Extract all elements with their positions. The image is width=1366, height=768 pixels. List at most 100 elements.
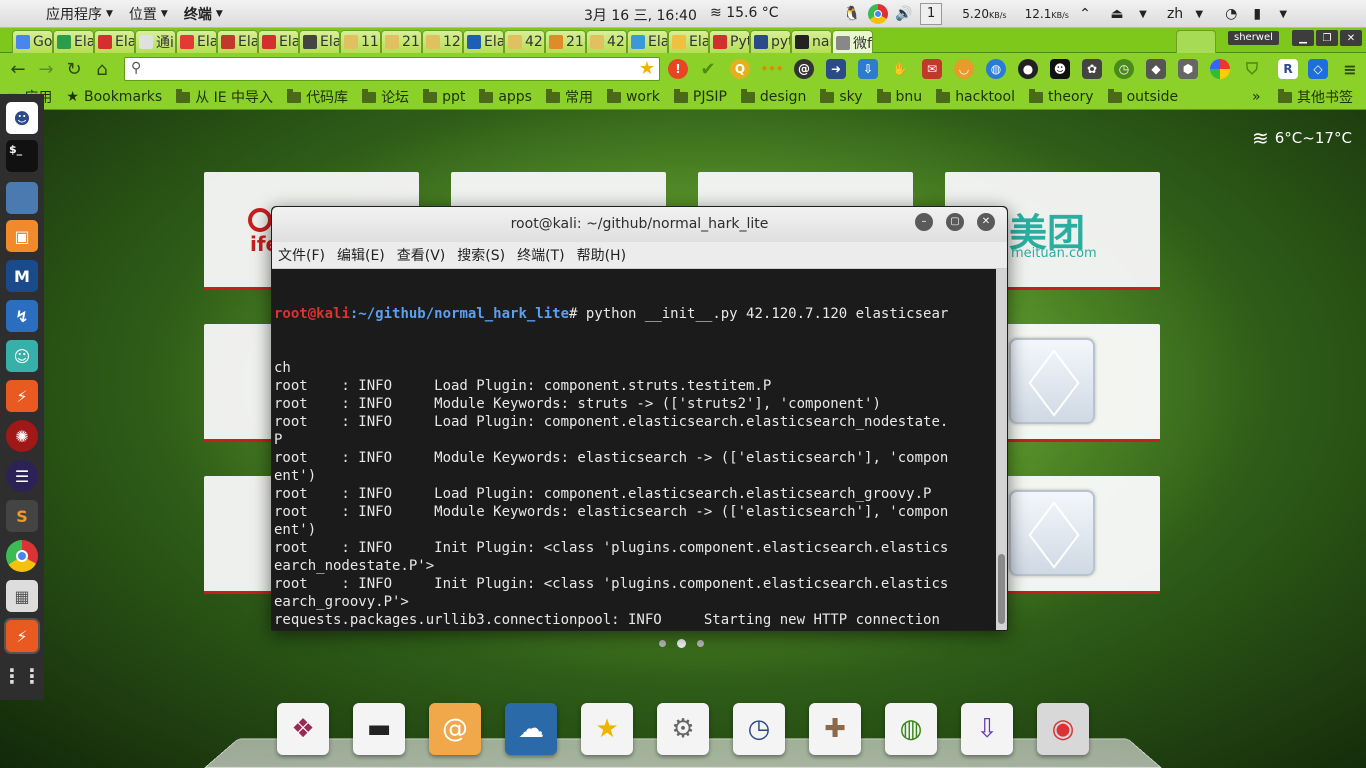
bookmark-folder[interactable]: work — [606, 87, 660, 107]
browser-tab[interactable]: 218 — [545, 30, 586, 53]
eclipse-app-icon[interactable]: ☰ — [6, 460, 38, 492]
chrome-store-icon[interactable]: ◉ — [1037, 703, 1089, 755]
terminal-scrollbar[interactable] — [996, 269, 1007, 630]
menu-edit[interactable]: 编辑(E) — [337, 245, 385, 265]
bookmark-folder[interactable]: bnu — [876, 87, 922, 107]
menu-terminal[interactable]: 终端(T) — [517, 245, 564, 265]
keyhole-extension-icon[interactable]: ● — [1018, 59, 1038, 79]
toolbox-icon[interactable]: ▬ — [353, 703, 405, 755]
clock-icon[interactable]: ◷ — [733, 703, 785, 755]
bookmark-folder[interactable]: theory — [1028, 87, 1094, 107]
browser-tab[interactable]: Go — [12, 30, 53, 53]
terminal-titlebar[interactable]: root@kali: ~/github/normal_hark_lite – ▢… — [272, 207, 1007, 242]
address-bar[interactable]: ⚲ ★ — [124, 57, 660, 81]
shield-extension-icon[interactable]: ◆ — [1146, 59, 1166, 79]
search-extension-icon[interactable]: Q — [730, 59, 750, 79]
hand-extension-icon[interactable]: ✋ — [890, 59, 910, 79]
forward-extension-icon[interactable]: ➜ — [826, 59, 846, 79]
browser-tab[interactable]: Ela — [176, 30, 217, 53]
browser-tab[interactable]: Ela — [217, 30, 258, 53]
page-dot-active[interactable] — [677, 639, 686, 648]
folder-share-icon[interactable]: @ — [429, 703, 481, 755]
files-app-icon[interactable] — [6, 182, 38, 214]
browser-tab[interactable]: 42. — [504, 30, 545, 53]
settings-gear-icon[interactable]: ⚙ — [657, 703, 709, 755]
browser-tab[interactable]: Pyt — [709, 30, 750, 53]
anime-character-app-icon[interactable]: ☺ — [6, 340, 38, 372]
menu-view[interactable]: 查看(V) — [397, 245, 446, 265]
browser-tab[interactable]: 微f — [832, 30, 873, 54]
maximize-icon[interactable]: ❐ — [1316, 30, 1338, 46]
volume-icon[interactable]: 🔊 — [894, 4, 914, 24]
terminal-app-icon[interactable]: $_ — [6, 140, 38, 172]
globe-extension-icon[interactable]: ◍ — [986, 59, 1006, 79]
mask-extension-icon[interactable]: ☻ — [1050, 59, 1070, 79]
maximize-icon[interactable]: ▢ — [946, 213, 964, 231]
browser-tab[interactable]: Ela — [94, 30, 135, 53]
cloud-sync-icon[interactable]: ☁ — [505, 703, 557, 755]
bookmarks-link[interactable]: ★ Bookmarks — [66, 89, 162, 105]
dots-extension-icon[interactable]: ••• — [761, 59, 784, 79]
browser-tab[interactable]: Ela — [53, 30, 94, 53]
browser-tab[interactable]: 12: — [422, 30, 463, 53]
burp-app-icon[interactable]: ⚡ — [6, 380, 38, 412]
places-menu[interactable]: 位置 ▼ — [121, 0, 176, 28]
terminal-menu[interactable]: 终端 ▼ — [176, 0, 231, 28]
eject-icon[interactable]: ⏏ — [1107, 4, 1127, 24]
browser-tab[interactable]: Ela — [627, 30, 668, 53]
shield-outline-extension-icon[interactable]: ⛉ — [1242, 59, 1262, 79]
browser-tab[interactable]: 211 — [381, 30, 422, 53]
cube-extension-icon[interactable]: ⬢ — [1178, 59, 1198, 79]
browser-tab[interactable]: pyt — [750, 30, 791, 53]
bookmark-folder[interactable]: PJSIP — [673, 87, 727, 107]
chevron-down-icon[interactable]: ▼ — [1273, 4, 1293, 24]
minimize-icon[interactable]: – — [915, 213, 933, 231]
menu-help[interactable]: 帮助(H) — [577, 245, 626, 265]
diamond-extension-icon[interactable]: ◇ — [1308, 59, 1328, 79]
mail-extension-icon[interactable]: ✉ — [922, 59, 942, 79]
browser-tab[interactable]: Ela — [258, 30, 299, 53]
checkmark-extension-icon[interactable]: ✔ — [698, 59, 718, 80]
burp-active-app-icon[interactable]: ⚡ — [6, 620, 38, 652]
bookmark-folder[interactable]: 常用 — [545, 87, 593, 107]
ghostery-extension-icon[interactable]: @ — [794, 59, 814, 79]
ghost-app-icon[interactable]: ☻ — [6, 102, 38, 134]
wireshark-app-icon[interactable]: ↯ — [6, 300, 38, 332]
battery-icon[interactable]: ▮ — [1247, 4, 1267, 24]
bookmark-folder[interactable]: 代码库 — [287, 87, 348, 107]
browser-tab[interactable]: Ela — [299, 30, 340, 53]
dropbox-icon[interactable]: ❖ — [277, 703, 329, 755]
metasploit-app-icon[interactable]: M — [6, 260, 38, 292]
browser-tab[interactable]: 11: — [340, 30, 381, 53]
puzzle-extension-icon[interactable]: ✿ — [1082, 59, 1102, 79]
browser-tab[interactable]: Ela — [668, 30, 709, 53]
wifi-icon[interactable]: ◔ — [1221, 4, 1241, 24]
workspace-switcher[interactable]: 1 — [920, 3, 943, 25]
bookmark-folder[interactable]: apps — [479, 87, 532, 107]
bookmark-folder[interactable]: 论坛 — [362, 87, 409, 107]
browser-tab[interactable]: nar — [791, 30, 832, 53]
close-icon[interactable]: ✕ — [1340, 30, 1362, 46]
virtualbox-app-icon[interactable]: ▣ — [6, 220, 38, 252]
r-extension-icon[interactable]: R — [1278, 59, 1298, 79]
arrow-up-icon[interactable]: ⌃ — [1075, 4, 1095, 24]
calculator-app-icon[interactable]: ▦ — [6, 580, 38, 612]
home-icon[interactable]: ⌂ — [88, 55, 116, 83]
page-dot[interactable] — [697, 640, 704, 647]
adblock-stop-icon[interactable]: ! — [668, 59, 688, 79]
download-icon[interactable]: ⇩ — [961, 703, 1013, 755]
sublime-app-icon[interactable]: S — [6, 500, 38, 532]
reload-icon[interactable]: ↻ — [60, 55, 88, 83]
chrome-app-icon[interactable] — [6, 540, 38, 572]
bookmark-star-icon[interactable]: ★ — [639, 58, 655, 79]
new-tab-button[interactable] — [1176, 30, 1216, 53]
chevron-down-icon[interactable]: ▼ — [1133, 4, 1153, 24]
browser-tab[interactable]: Ela — [463, 30, 504, 53]
clock[interactable]: 3月 16 三, 16:40 — [584, 5, 697, 25]
add-plus-icon[interactable]: ✚ — [809, 703, 861, 755]
show-applications-icon[interactable]: ⋮⋮ — [2, 660, 42, 692]
close-icon[interactable]: ✕ — [977, 213, 995, 231]
bookmark-folder[interactable]: sky — [820, 87, 863, 107]
input-method-label[interactable]: zh — [1167, 6, 1183, 22]
menu-search[interactable]: 搜索(S) — [457, 245, 505, 265]
